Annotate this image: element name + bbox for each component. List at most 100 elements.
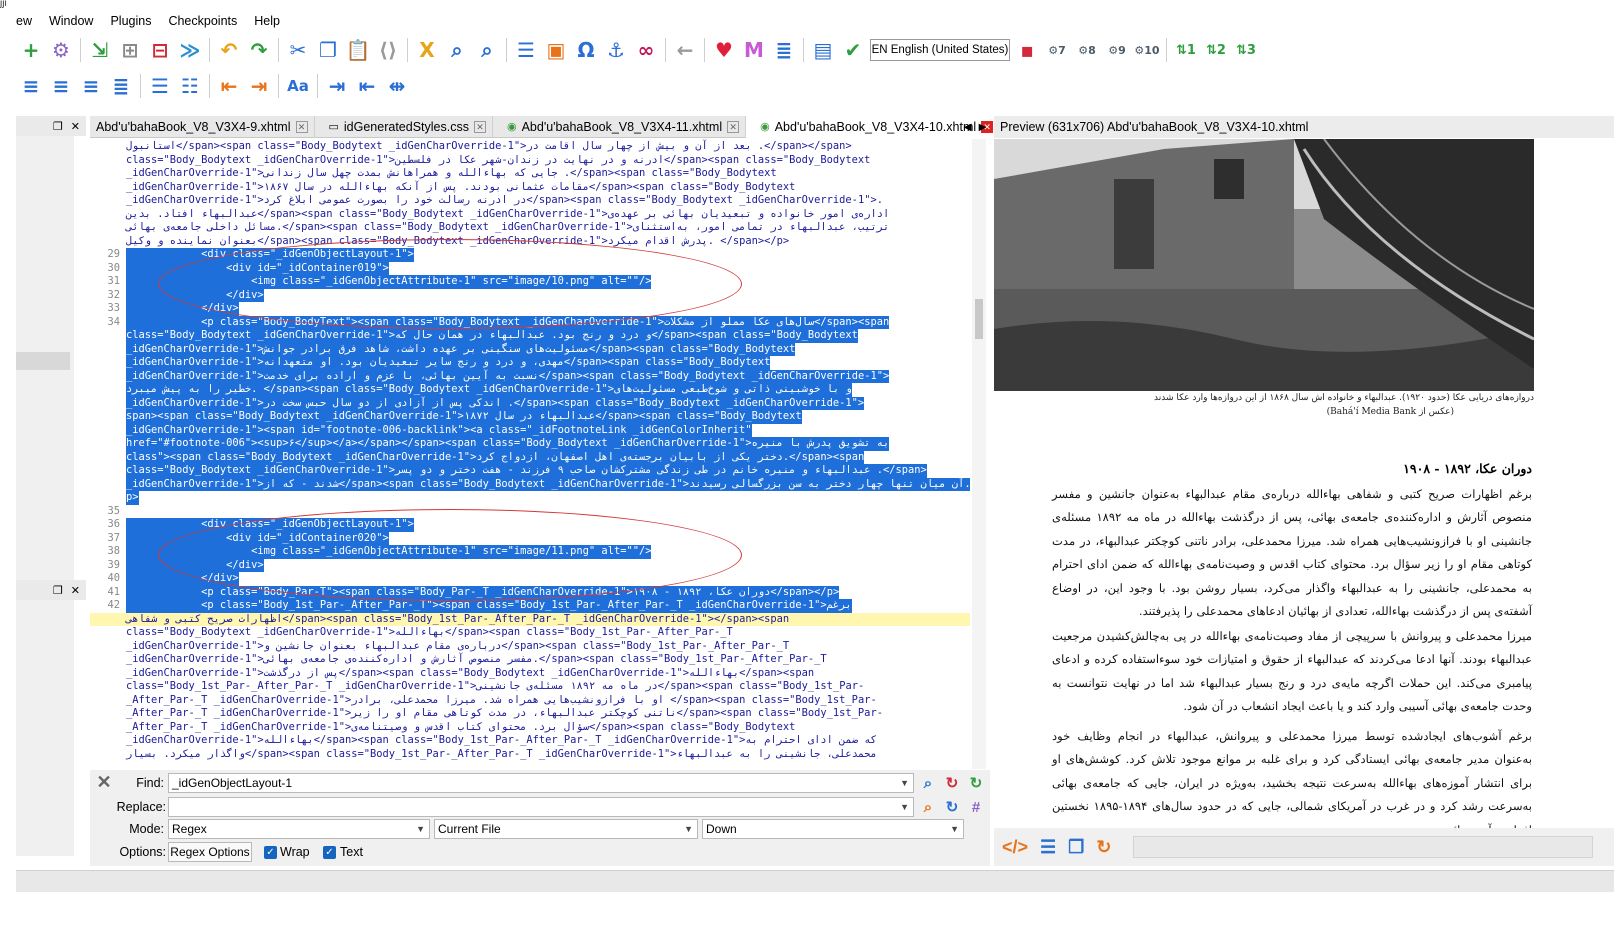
code-line[interactable]: _idGenCharOverride-1">نسبت به آیین بهائی… <box>90 369 970 383</box>
redo-icon[interactable]: ↷ <box>244 36 274 64</box>
find-next-icon[interactable]: ⌕ <box>918 773 938 793</box>
chevron-down-icon[interactable]: ▼ <box>900 802 909 812</box>
editor-scrollbar[interactable] <box>972 139 986 769</box>
code-line[interactable]: _idGenCharOverride-1"><span id="footnote… <box>90 423 970 437</box>
replace-icon[interactable]: ⌕ <box>918 797 938 817</box>
rtl-direction-icon[interactable]: ⇤ <box>352 72 382 100</box>
change-case-icon[interactable]: Aa <box>283 72 313 100</box>
wrap-checkbox[interactable]: ✓ <box>264 846 277 859</box>
code-line[interactable]: اظهارات صریح کتبی و شفاهی</span><span cl… <box>90 612 970 626</box>
code-line[interactable]: span><span class="Body_Bodytext _idGenCh… <box>90 410 970 424</box>
plugin-icon[interactable]: ⚙7 <box>1042 36 1072 64</box>
heading-level-icon[interactable]: ⇅1 <box>1171 36 1201 64</box>
decrease-indent-icon[interactable]: ⇤ <box>214 72 244 100</box>
tab-file-9[interactable]: Abd'u'bahaBook_V8_V3X4-9.xhtml ✕ <box>90 115 315 138</box>
undo-icon[interactable]: ↶ <box>214 36 244 64</box>
language-select[interactable]: EN English (United States) <box>870 39 1010 61</box>
menu-window[interactable]: Window <box>49 14 93 28</box>
code-line[interactable]: class="Body_Bodytext _idGenCharOverride-… <box>90 626 970 640</box>
search-replace-icon[interactable]: ⌕ <box>472 36 502 64</box>
link-icon[interactable]: ∞ <box>631 36 661 64</box>
heading-level-icon[interactable]: ⇅2 <box>1201 36 1231 64</box>
code-line[interactable]: _idGenCharOverride-1">پس از درگذشت</span… <box>90 667 970 681</box>
close-tab-icon[interactable]: ✕ <box>473 120 486 133</box>
replace-input[interactable]: ▼ <box>168 797 914 817</box>
report-icon[interactable]: ▤ <box>808 36 838 64</box>
code-line[interactable]: class="Body_Bodytext _idGenCharOverride-… <box>90 464 970 478</box>
delete-file-icon[interactable]: ⊟ <box>145 36 175 64</box>
anchor-icon[interactable]: ⚓ <box>601 36 631 64</box>
plugin-icon[interactable]: ⚙8 <box>1072 36 1102 64</box>
align-justify-icon[interactable]: ≣ <box>106 72 136 100</box>
add-existing-icon[interactable]: ⇲ <box>85 36 115 64</box>
code-line[interactable]: _idGenCharOverride-1">مهدی، و درد و رنج … <box>90 356 970 370</box>
code-line[interactable]: _After_Par-_T _idGenCharOverride-1">او ب… <box>90 694 970 708</box>
code-line[interactable]: class="Body_Bodytext _idGenCharOverride-… <box>90 154 970 168</box>
table-of-contents-icon[interactable]: ☰ <box>511 36 541 64</box>
refresh-icon[interactable]: ↻ <box>966 773 986 793</box>
code-line[interactable]: class="Body_1st_Par-_After_Par-_T _idGen… <box>90 680 970 694</box>
tab-css-file[interactable]: ▭ idGeneratedStyles.css ✕ <box>315 115 493 138</box>
code-line[interactable]: _idGenCharOverride-1">مفسر منصوص آثارش و… <box>90 653 970 667</box>
back-arrow-icon[interactable]: ← <box>670 36 700 64</box>
menu-view[interactable]: ew <box>16 14 32 28</box>
code-view-icon[interactable]: ⟨⟩ <box>373 36 403 64</box>
find-input[interactable]: _idGenObjectLayout-1 ▼ <box>168 773 914 793</box>
plugin-icon[interactable]: ⚙10 <box>1132 36 1162 64</box>
insert-image-icon[interactable]: ▣ <box>541 36 571 64</box>
code-line[interactable]: واگذار میکرد. بسیار</span><span class="B… <box>90 748 970 762</box>
chevron-down-icon[interactable]: ▼ <box>900 778 909 788</box>
insert-special-char-icon[interactable]: Ω <box>571 36 601 64</box>
search-icon[interactable]: ⌕ <box>442 36 472 64</box>
default-direction-icon[interactable]: ⇹ <box>382 72 412 100</box>
code-line[interactable]: استانبول</span><span class="Body_Bodytex… <box>90 140 970 154</box>
align-center-icon[interactable]: ≡ <box>46 72 76 100</box>
code-line[interactable]: _idGenCharOverride-1">در ادرنه رسالت خود… <box>90 194 970 208</box>
increase-indent-icon[interactable]: ⇥ <box>244 72 274 100</box>
code-line[interactable]: 42 <p class="Body_1st_Par-_After_Par-_T"… <box>90 599 970 613</box>
code-line[interactable]: _idGenCharOverride-1">اندکی پس از آزادی … <box>90 396 970 410</box>
list-icon[interactable]: ≣ <box>769 36 799 64</box>
tab-scroll-left-icon[interactable]: ◀ <box>964 122 972 133</box>
copy-icon[interactable]: ❐ <box>1068 837 1084 858</box>
copy-icon[interactable]: ❐ <box>313 36 343 64</box>
code-line[interactable]: href="#footnote-006"><sup>۶</sup></a></s… <box>90 437 970 451</box>
inspect-icon[interactable]: ☰ <box>1040 837 1056 858</box>
plugin-1-icon[interactable]: ▪ <box>1012 36 1042 64</box>
code-line[interactable]: خطیر را به پیش میبرد. </span><span class… <box>90 383 970 397</box>
merge-icon[interactable]: ≫ <box>175 36 205 64</box>
menu-plugins[interactable]: Plugins <box>110 14 151 28</box>
code-view-icon[interactable]: </> <box>1002 837 1028 858</box>
paste-icon[interactable]: 📋 <box>343 36 373 64</box>
regex-icon[interactable]: # <box>966 797 986 817</box>
count-icon[interactable]: ↻ <box>942 773 962 793</box>
text-checkbox[interactable]: ✓ <box>323 846 336 859</box>
replace-all-icon[interactable]: ↻ <box>942 797 962 817</box>
code-line[interactable]: class"><span class="Body_Bodytext _idGen… <box>90 450 970 464</box>
menu-help[interactable]: Help <box>254 14 280 28</box>
tab-scroll-right-icon[interactable]: ▶ <box>979 122 987 133</box>
cut-icon[interactable]: ✂ <box>283 36 313 64</box>
code-line[interactable]: مسائل داخلی جامعه‌ی بهائی.</span><span c… <box>90 221 970 235</box>
direction-select[interactable]: Down ▼ <box>702 819 964 839</box>
heading-level-icon[interactable]: ⇅3 <box>1231 36 1261 64</box>
close-panel-icon[interactable]: ✕ <box>71 584 80 597</box>
close-tab-icon[interactable]: ✕ <box>727 120 740 133</box>
close-find-icon[interactable]: ✕ <box>94 772 114 792</box>
left-panel-scroll-thumb[interactable] <box>16 352 70 370</box>
code-line[interactable]: _idGenCharOverride-1">جایی که بهاءالله و… <box>90 167 970 181</box>
scope-select[interactable]: Current File ▼ <box>434 819 698 839</box>
code-line[interactable]: _idGenCharOverride-1">مقامات عثمانی بودن… <box>90 181 970 195</box>
close-panel-icon[interactable]: ✕ <box>71 120 80 133</box>
add-file-icon[interactable]: + <box>16 36 46 64</box>
align-left-icon[interactable]: ≡ <box>16 72 46 100</box>
plugin-icon[interactable]: ⚙9 <box>1102 36 1132 64</box>
code-editor[interactable]: استانبول</span><span class="Body_Bodytex… <box>90 139 970 769</box>
code-line[interactable]: _After_Par-_T _idGenCharOverride-1">سؤال… <box>90 721 970 735</box>
align-right-icon[interactable]: ≡ <box>76 72 106 100</box>
settings-gear-icon[interactable]: ⚙ <box>46 36 76 64</box>
code-line[interactable]: عبدالبهاء افتاد. بدین</span><span class=… <box>90 208 970 222</box>
tab-file-11[interactable]: ◉ Abd'u'bahaBook_V8_V3X4-11.xhtml ✕ <box>493 115 747 138</box>
menu-checkpoints[interactable]: Checkpoints <box>168 14 237 28</box>
code-line[interactable]: p> <box>90 491 970 505</box>
